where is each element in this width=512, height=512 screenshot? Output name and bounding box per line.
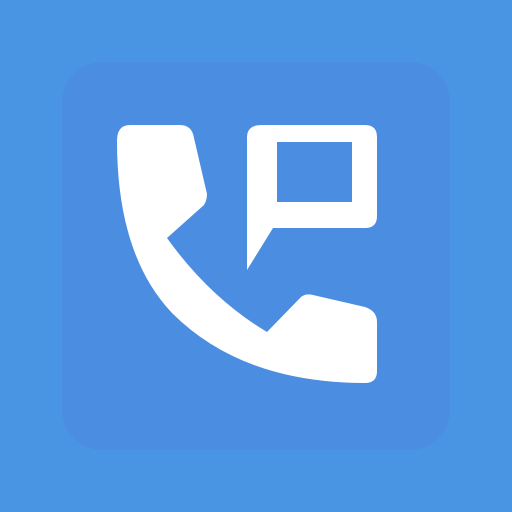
phone-message-glyph	[117, 125, 377, 383]
app-icon-canvas	[0, 0, 512, 512]
speech-bubble-icon	[247, 125, 377, 270]
